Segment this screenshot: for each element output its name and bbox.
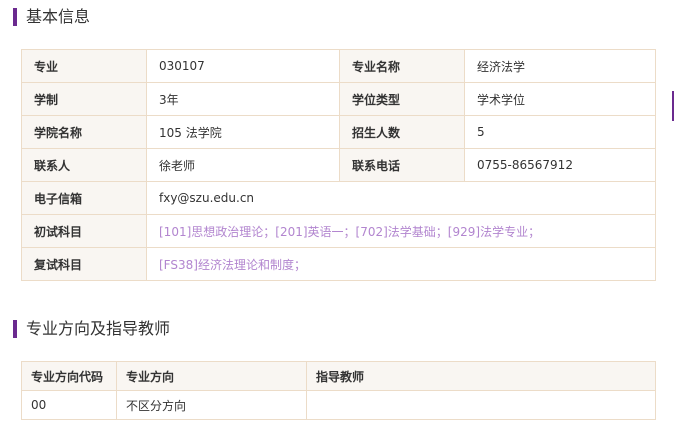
major-name-value: 经济法学 <box>464 49 656 83</box>
directions-heading: 专业方向及指导教师 <box>13 320 170 338</box>
duration-label: 学制 <box>21 82 147 116</box>
major-label: 专业 <box>21 49 147 83</box>
major-value: 030107 <box>146 49 340 83</box>
college-value: 105 法学院 <box>146 115 340 149</box>
exam-subjects-value[interactable]: [101]思想政治理论；[201]英语一；[702]法学基础；[929]法学专业… <box>146 214 656 248</box>
table-row: 联系人 徐老师 联系电话 0755-86567912 <box>21 148 656 182</box>
direction-name-cell: 不区分方向 <box>116 390 307 420</box>
degree-type-value: 学术学位 <box>464 82 656 116</box>
directions-table: 专业方向代码 专业方向 指导教师 00 不区分方向 <box>21 361 656 420</box>
college-label: 学院名称 <box>21 115 147 149</box>
phone-value: 0755-86567912 <box>464 148 656 182</box>
enrollment-label: 招生人数 <box>339 115 465 149</box>
retest-subjects-value[interactable]: [FS38]经济法理论和制度； <box>146 247 656 281</box>
table-row: 复试科目 [FS38]经济法理论和制度； <box>21 247 656 281</box>
email-label: 电子信箱 <box>21 181 147 215</box>
enrollment-value: 5 <box>464 115 656 149</box>
table-row: 学制 3年 学位类型 学术学位 <box>21 82 656 116</box>
retest-subjects-label: 复试科目 <box>21 247 147 281</box>
table-row: 电子信箱 fxy@szu.edu.cn <box>21 181 656 215</box>
exam-subjects-label: 初试科目 <box>21 214 147 248</box>
major-name-label: 专业名称 <box>339 49 465 83</box>
direction-name-header: 专业方向 <box>116 361 307 391</box>
duration-value: 3年 <box>146 82 340 116</box>
table-header-row: 专业方向代码 专业方向 指导教师 <box>21 361 656 391</box>
basic-info-table: 专业 030107 专业名称 经济法学 学制 3年 学位类型 学术学位 学院名称… <box>21 49 656 281</box>
table-row: 学院名称 105 法学院 招生人数 5 <box>21 115 656 149</box>
advisor-header: 指导教师 <box>306 361 656 391</box>
direction-code-cell: 00 <box>21 390 117 420</box>
contact-label: 联系人 <box>21 148 147 182</box>
table-row: 专业 030107 专业名称 经济法学 <box>21 49 656 83</box>
basic-info-heading: 基本信息 <box>13 8 90 26</box>
table-row: 00 不区分方向 <box>21 390 656 420</box>
contact-value: 徐老师 <box>146 148 340 182</box>
direction-code-header: 专业方向代码 <box>21 361 117 391</box>
table-row: 初试科目 [101]思想政治理论；[201]英语一；[702]法学基础；[929… <box>21 214 656 248</box>
email-value: fxy@szu.edu.cn <box>146 181 656 215</box>
advisor-cell <box>306 390 656 420</box>
phone-label: 联系电话 <box>339 148 465 182</box>
degree-type-label: 学位类型 <box>339 82 465 116</box>
